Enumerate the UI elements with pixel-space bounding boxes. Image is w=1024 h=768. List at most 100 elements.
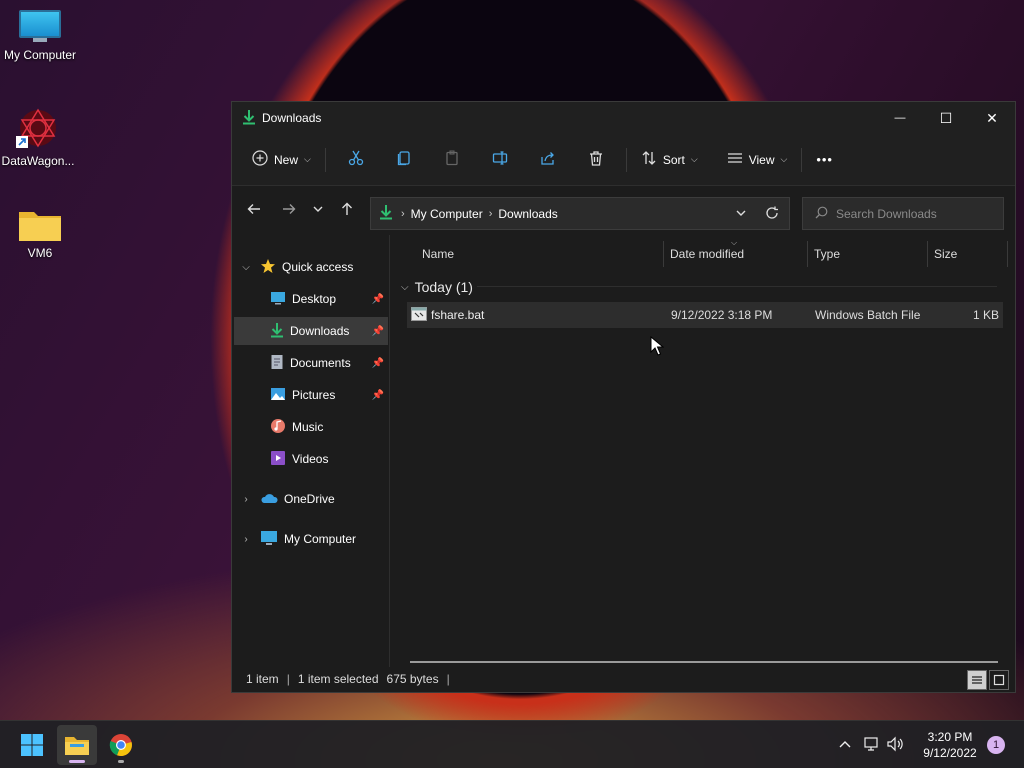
download-icon bbox=[379, 204, 393, 223]
monitor-icon bbox=[19, 10, 61, 44]
item-count: 1 item bbox=[246, 672, 279, 686]
column-divider[interactable] bbox=[807, 241, 808, 267]
download-icon bbox=[242, 109, 256, 128]
pin-icon[interactable]: 📌 bbox=[372, 358, 384, 369]
address-dropdown-button[interactable] bbox=[735, 207, 747, 222]
network-icon[interactable] bbox=[862, 736, 880, 755]
pictures-icon bbox=[270, 387, 286, 404]
copy-button[interactable] bbox=[384, 144, 424, 176]
desktop-icon-my-computer[interactable]: My Computer bbox=[0, 10, 80, 62]
desktop-icon-label: DataWagon... bbox=[1, 154, 75, 168]
taskbar-file-explorer[interactable] bbox=[57, 725, 97, 765]
chevron-down-icon[interactable]: ⌵ bbox=[240, 262, 252, 273]
chevron-down-icon: ⌵ bbox=[304, 154, 311, 164]
column-header-size[interactable]: Size bbox=[934, 247, 957, 261]
search-icon bbox=[815, 206, 828, 222]
column-header-date-modified[interactable]: Date modified bbox=[670, 247, 744, 261]
sidebar-item-quick-access[interactable]: ⌵ Quick access bbox=[234, 253, 388, 281]
sidebar-item-videos[interactable]: Videos bbox=[234, 445, 388, 473]
videos-icon bbox=[270, 450, 286, 469]
pin-icon[interactable]: 📌 bbox=[372, 390, 384, 401]
sidebar-item-label: My Computer bbox=[284, 532, 357, 546]
maximize-button[interactable]: ☐ bbox=[923, 102, 969, 134]
taskbar-chrome[interactable] bbox=[101, 725, 141, 765]
more-icon: ••• bbox=[816, 152, 833, 167]
title-bar[interactable]: Downloads — ☐ ✕ bbox=[232, 102, 1015, 134]
forward-button[interactable] bbox=[273, 194, 305, 226]
column-divider[interactable] bbox=[663, 241, 664, 267]
running-indicator bbox=[118, 760, 124, 763]
recent-locations-button[interactable] bbox=[305, 194, 331, 226]
desktop-icon-vm6[interactable]: VM6 bbox=[0, 208, 80, 260]
sidebar-item-desktop[interactable]: Desktop 📌 bbox=[234, 285, 388, 313]
selection-count: 1 item selected bbox=[297, 672, 379, 686]
search-input[interactable] bbox=[836, 206, 986, 221]
column-divider[interactable] bbox=[927, 241, 928, 267]
start-icon bbox=[21, 734, 43, 756]
toolbar-divider bbox=[625, 147, 627, 172]
chevron-up-icon[interactable] bbox=[838, 738, 852, 752]
rename-icon bbox=[492, 150, 508, 169]
notification-badge[interactable]: 1 bbox=[987, 736, 1005, 754]
breadcrumb-downloads[interactable]: Downloads bbox=[498, 207, 557, 221]
more-options-button[interactable]: ••• bbox=[808, 144, 841, 176]
taskbar-clock[interactable]: 3:20 PM 9/12/2022 bbox=[914, 729, 986, 761]
column-divider[interactable] bbox=[1007, 241, 1008, 267]
sidebar-item-onedrive[interactable]: › OneDrive bbox=[234, 485, 388, 513]
cut-icon bbox=[348, 150, 364, 169]
toolbar-divider bbox=[324, 147, 326, 172]
pin-icon[interactable]: 📌 bbox=[372, 294, 384, 305]
sort-button[interactable]: Sort ⌵ bbox=[633, 144, 706, 176]
minimize-button[interactable]: — bbox=[877, 102, 923, 134]
column-header-name[interactable]: Name bbox=[422, 247, 454, 261]
sidebar-item-pictures[interactable]: Pictures 📌 bbox=[234, 381, 388, 409]
details-view-button[interactable] bbox=[967, 670, 987, 690]
horizontal-scrollbar[interactable] bbox=[410, 661, 998, 663]
start-button[interactable] bbox=[12, 725, 52, 765]
delete-button[interactable] bbox=[576, 144, 616, 176]
paste-button[interactable] bbox=[432, 144, 472, 176]
search-box[interactable] bbox=[802, 197, 1004, 230]
music-icon bbox=[270, 418, 286, 437]
close-button[interactable]: ✕ bbox=[969, 102, 1015, 134]
sidebar-item-my-computer[interactable]: › My Computer bbox=[234, 525, 388, 553]
toolbar-divider bbox=[801, 147, 803, 172]
cut-button[interactable] bbox=[336, 144, 376, 176]
group-divider bbox=[477, 286, 997, 287]
file-date-modified: 9/12/2022 3:18 PM bbox=[671, 308, 773, 322]
file-list: Name Date modified ⌵ Type Size ⌵ Today (… bbox=[391, 235, 1015, 667]
refresh-button[interactable] bbox=[765, 206, 779, 223]
desktop-icon-label: VM6 bbox=[27, 246, 53, 260]
file-size: 1 KB bbox=[972, 308, 999, 322]
up-button[interactable] bbox=[331, 194, 363, 226]
address-bar[interactable]: › My Computer › Downloads bbox=[370, 197, 790, 230]
chevron-right-icon[interactable]: › bbox=[240, 494, 252, 505]
sidebar-item-downloads[interactable]: Downloads 📌 bbox=[234, 317, 388, 345]
tiles-view-icon bbox=[993, 674, 1005, 686]
group-header-today[interactable]: ⌵ Today (1) bbox=[401, 279, 473, 295]
file-row[interactable]: fshare.bat 9/12/2022 3:18 PM Windows Bat… bbox=[407, 302, 1003, 328]
large-icons-view-button[interactable] bbox=[989, 670, 1009, 690]
volume-icon[interactable] bbox=[886, 736, 904, 755]
breadcrumb-my-computer[interactable]: My Computer bbox=[411, 207, 483, 221]
command-bar: New ⌵ Sort ⌵ View ⌵ ••• bbox=[232, 134, 1015, 186]
datawagon-shortcut-icon bbox=[14, 106, 62, 150]
pin-icon[interactable]: 📌 bbox=[372, 326, 384, 337]
sort-indicator-icon: ⌵ bbox=[731, 238, 738, 247]
share-button[interactable] bbox=[528, 144, 568, 176]
sidebar-item-documents[interactable]: Documents 📌 bbox=[234, 349, 388, 377]
sidebar-item-music[interactable]: Music bbox=[234, 413, 388, 441]
chevron-right-icon[interactable]: › bbox=[240, 534, 252, 545]
view-button[interactable]: View ⌵ bbox=[719, 144, 796, 176]
column-header-type[interactable]: Type bbox=[814, 247, 840, 261]
clock-date: 9/12/2022 bbox=[923, 746, 977, 760]
clock-time: 3:20 PM bbox=[927, 730, 973, 744]
folder-icon bbox=[18, 208, 62, 242]
new-button[interactable]: New ⌵ bbox=[244, 144, 319, 176]
sort-label: Sort bbox=[662, 152, 685, 167]
chevron-right-icon: › bbox=[488, 207, 493, 220]
desktop-icon-datawagon[interactable]: DataWagon... bbox=[0, 106, 78, 168]
sidebar-item-label: Downloads bbox=[290, 324, 350, 338]
back-button[interactable] bbox=[238, 194, 270, 226]
rename-button[interactable] bbox=[480, 144, 520, 176]
